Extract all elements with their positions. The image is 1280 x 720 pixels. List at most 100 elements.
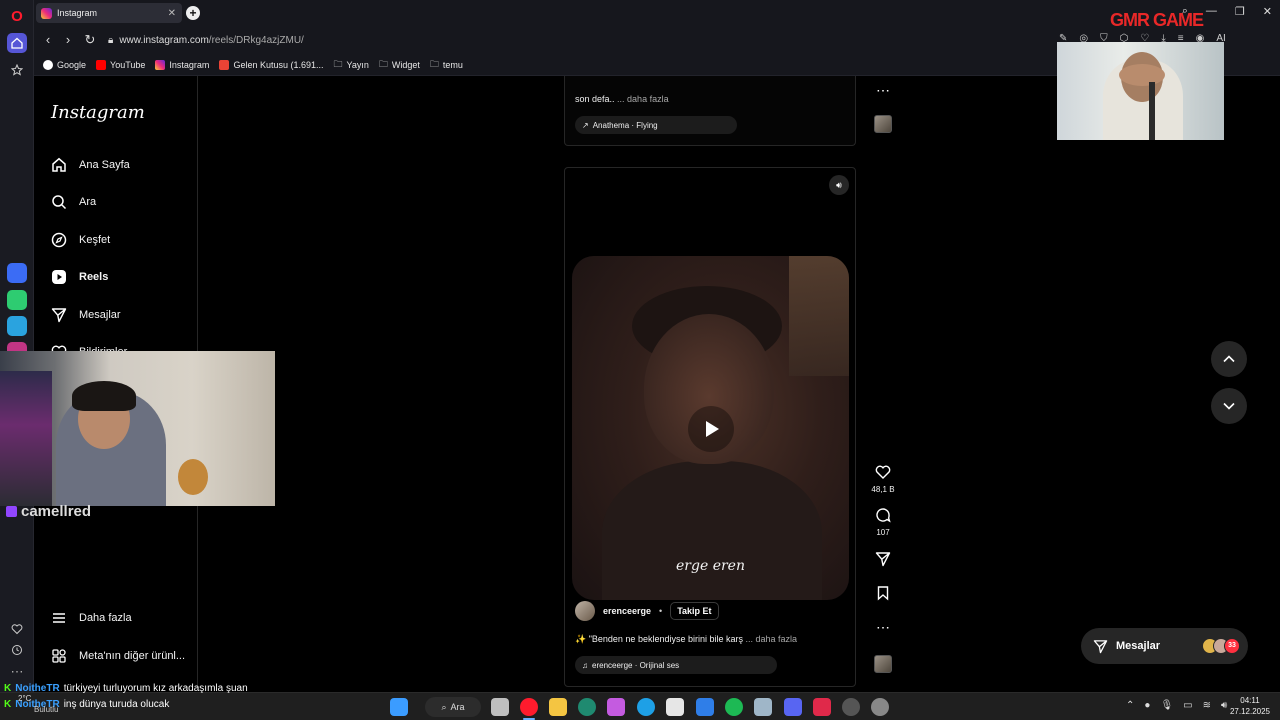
microphone-icon[interactable]: 🎙︎ bbox=[1160, 700, 1173, 711]
reels-icon bbox=[51, 269, 67, 285]
bookmark-folder-yayin[interactable]: 🗀 Yayın bbox=[334, 57, 369, 73]
save-button[interactable] bbox=[870, 585, 896, 604]
username[interactable]: erenceerge bbox=[603, 606, 651, 616]
apps-grid-icon bbox=[51, 648, 67, 664]
reel-video[interactable]: erge eren bbox=[572, 256, 849, 600]
reel-audio[interactable]: ♫ erenceerge · Orijinal ses bbox=[575, 656, 777, 674]
minimize-icon[interactable]: — bbox=[1206, 5, 1217, 18]
options-icon[interactable]: ⋯ bbox=[870, 82, 896, 99]
more-link[interactable]: ... daha fazla bbox=[617, 94, 669, 104]
display-icon[interactable]: ▭ bbox=[1183, 700, 1192, 711]
weather-desc: Bulutlu bbox=[34, 705, 59, 714]
wifi-icon[interactable]: ≋ bbox=[1203, 700, 1211, 711]
office-icon[interactable] bbox=[607, 698, 625, 716]
kick-icon: K bbox=[4, 682, 12, 694]
comment-button[interactable]: 107 bbox=[870, 507, 896, 537]
search-icon bbox=[51, 194, 67, 210]
whatsapp-icon[interactable] bbox=[7, 290, 27, 310]
store-icon[interactable] bbox=[666, 698, 684, 716]
follow-button[interactable]: Takip Et bbox=[670, 602, 719, 620]
audio-thumbnail[interactable] bbox=[874, 115, 892, 133]
opera-icon[interactable] bbox=[520, 698, 538, 716]
chevron-up-icon[interactable]: ⌃ bbox=[1126, 700, 1134, 711]
reel-card: 🔊︎ erge eren erenceerge • Takip Et ✨ "Be… bbox=[564, 167, 856, 687]
chevron-down-icon[interactable] bbox=[1211, 388, 1247, 424]
tab-instagram[interactable]: Instagram ✕ bbox=[36, 3, 182, 23]
close-window-icon[interactable]: ✕ bbox=[1263, 5, 1272, 18]
twitch-icon bbox=[6, 506, 17, 517]
star-icon[interactable] bbox=[7, 60, 27, 80]
app-icon[interactable] bbox=[578, 698, 596, 716]
app-tray-icon[interactable]: ● bbox=[1144, 700, 1150, 711]
reel-caption: ✨ "Benden ne beklendiyse birini bile kar… bbox=[575, 634, 798, 644]
audio-thumbnail[interactable] bbox=[874, 655, 892, 673]
messages-pill[interactable]: Mesajlar 33 bbox=[1081, 628, 1248, 664]
opera-logo-icon[interactable]: O bbox=[7, 6, 27, 26]
close-icon[interactable]: ✕ bbox=[168, 8, 176, 19]
folder-icon: 🗀 bbox=[429, 58, 439, 69]
hamburger-icon bbox=[51, 610, 67, 626]
comment-icon bbox=[876, 508, 891, 523]
gmail-icon bbox=[219, 59, 230, 70]
unread-badge: 33 bbox=[1224, 638, 1240, 654]
comment-count: 107 bbox=[876, 528, 890, 537]
taskbar-clock[interactable]: 04:11 27.12.2025 bbox=[1225, 695, 1275, 717]
taskbar-search[interactable]: ⌕ Ara bbox=[425, 697, 481, 717]
new-tab-button[interactable]: + bbox=[186, 6, 200, 20]
nav-messages[interactable]: Mesajlar bbox=[51, 307, 121, 323]
volume-icon[interactable]: 🔊︎ bbox=[829, 175, 849, 195]
telegram-icon[interactable] bbox=[7, 316, 27, 336]
file-explorer-icon[interactable] bbox=[549, 698, 567, 716]
nav-reels[interactable]: Reels bbox=[51, 269, 108, 285]
forward-icon[interactable]: › bbox=[60, 32, 76, 48]
chat-text: türkiyeyi turluyorum kız arkadaşımla şua… bbox=[63, 682, 248, 694]
task-view-icon[interactable] bbox=[491, 698, 509, 716]
spotify-icon[interactable] bbox=[725, 698, 743, 716]
home-icon[interactable] bbox=[7, 33, 27, 53]
history-icon[interactable] bbox=[7, 640, 27, 660]
previous-reel-audio[interactable]: ↗ Anathema · Flying bbox=[575, 116, 737, 134]
obs-icon[interactable] bbox=[842, 698, 860, 716]
chevron-up-icon[interactable] bbox=[1211, 341, 1247, 377]
instagram-logo[interactable]: Instagram bbox=[51, 102, 145, 123]
app-icon[interactable] bbox=[754, 698, 772, 716]
webcam-overlay-left bbox=[0, 351, 275, 506]
settings-icon[interactable] bbox=[871, 698, 889, 716]
nav-search[interactable]: Ara bbox=[51, 194, 96, 210]
like-button[interactable]: 48,1 B bbox=[870, 464, 896, 494]
avatar[interactable] bbox=[575, 601, 595, 621]
nav-more[interactable]: Daha fazla bbox=[51, 610, 132, 626]
instagram-favicon-icon bbox=[41, 7, 52, 19]
send-icon bbox=[51, 307, 67, 323]
instagram-icon bbox=[155, 59, 166, 70]
streamer-name: camellred bbox=[6, 503, 91, 520]
reload-icon[interactable]: ↻ bbox=[82, 32, 98, 48]
maximize-icon[interactable]: ❐ bbox=[1235, 5, 1245, 18]
edge-icon[interactable] bbox=[637, 698, 655, 716]
more-icon[interactable]: ⋯ bbox=[7, 662, 27, 682]
more-options-icon[interactable]: ⋯ bbox=[870, 619, 896, 636]
app-icon[interactable] bbox=[813, 698, 831, 716]
mail-icon[interactable] bbox=[696, 698, 714, 716]
more-link[interactable]: ... daha fazla bbox=[746, 634, 798, 644]
bookmark-folder-temu[interactable]: 🗀 temu bbox=[430, 57, 463, 73]
discord-icon[interactable] bbox=[784, 698, 802, 716]
url-field[interactable]: 🔒︎ www.instagram.com/reels/DRkg4azjZMU/ bbox=[108, 30, 1068, 50]
nav-meta-products[interactable]: Meta'nın diğer ürünl... bbox=[51, 648, 185, 664]
play-button[interactable] bbox=[688, 406, 734, 452]
kick-icon: K bbox=[4, 698, 12, 710]
back-icon[interactable]: ‹ bbox=[40, 32, 56, 48]
bookmark-instagram[interactable]: Instagram bbox=[155, 59, 209, 70]
share-button[interactable] bbox=[870, 551, 896, 570]
nav-explore[interactable]: Keşfet bbox=[51, 232, 110, 248]
bookmark-google[interactable]: Google bbox=[43, 59, 86, 70]
heart-icon[interactable] bbox=[7, 619, 27, 639]
bookmark-youtube[interactable]: YouTube bbox=[96, 59, 145, 70]
bookmark-gmail[interactable]: Gelen Kutusu (1.691... bbox=[219, 59, 324, 70]
bookmark-folder-widget[interactable]: 🗀 Widget bbox=[379, 57, 420, 73]
message-avatars: 33 bbox=[1202, 638, 1240, 654]
nav-home[interactable]: Ana Sayfa bbox=[51, 157, 130, 173]
folder-icon: 🗀 bbox=[333, 58, 343, 69]
messenger-icon[interactable] bbox=[7, 263, 27, 283]
windows-start-icon[interactable] bbox=[390, 698, 408, 716]
